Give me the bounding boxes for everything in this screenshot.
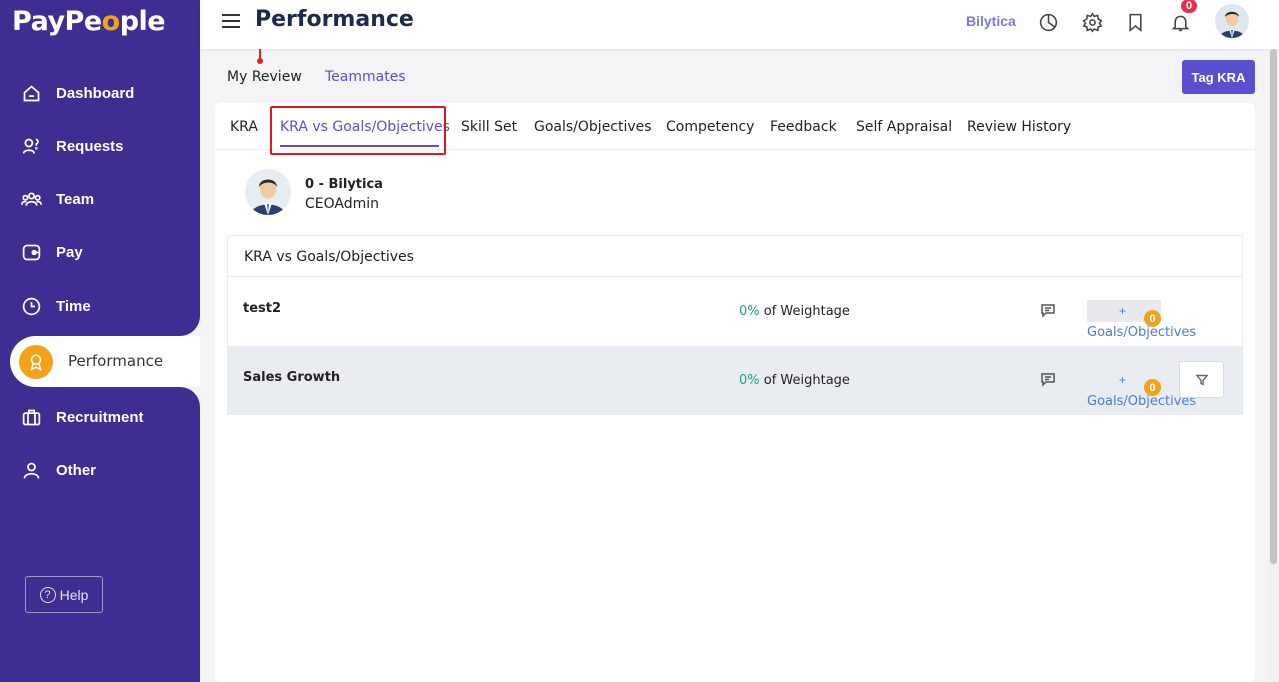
sidebar-item-label: Dashboard bbox=[56, 84, 135, 102]
sidebar-item-label: Pay bbox=[56, 243, 83, 261]
notification-badge: 0 bbox=[1179, 0, 1199, 15]
filter-icon bbox=[1195, 374, 1208, 386]
table-row: Sales Growth 0% of Weightage + 0 Goals/O… bbox=[228, 346, 1242, 415]
sidebar-item-other[interactable]: Other bbox=[20, 458, 96, 482]
bookmark-icon[interactable] bbox=[1123, 10, 1147, 34]
active-item-curve bbox=[160, 296, 200, 336]
sidebar-item-label: Time bbox=[56, 297, 91, 315]
sidebar-item-dashboard[interactable]: Dashboard bbox=[20, 81, 134, 105]
pie-chart-icon[interactable] bbox=[1036, 10, 1060, 34]
sidebar-item-label: Recruitment bbox=[56, 408, 144, 426]
page-title: Performance bbox=[255, 7, 414, 32]
page-scrollbar[interactable] bbox=[1268, 49, 1279, 682]
help-button[interactable]: ? Help bbox=[25, 576, 103, 613]
top-header: Performance Bilytica 0 bbox=[200, 0, 1279, 49]
user-icon bbox=[20, 459, 42, 481]
table-row: test2 0% of Weightage + 0 Goals/Objectiv… bbox=[228, 277, 1242, 346]
tab-review-history[interactable]: Review History bbox=[967, 119, 1071, 135]
employee-name: 0 - Bilytica bbox=[305, 177, 383, 192]
active-review-indicator bbox=[257, 49, 263, 64]
tab-feedback[interactable]: Feedback bbox=[770, 119, 837, 135]
avatar bbox=[245, 169, 291, 215]
question-icon: ? bbox=[39, 586, 56, 603]
tag-kra-button[interactable]: Tag KRA bbox=[1182, 60, 1255, 94]
active-item-curve bbox=[160, 387, 200, 427]
paypeople-logo[interactable]: PayPeople bbox=[12, 6, 166, 37]
add-goal-plus[interactable]: + bbox=[1119, 304, 1126, 318]
avatar[interactable] bbox=[1215, 4, 1249, 38]
sidebar-item-label: Performance bbox=[68, 352, 164, 370]
briefcase-icon bbox=[20, 406, 42, 428]
menu-icon[interactable] bbox=[222, 14, 240, 28]
kra-name: test2 bbox=[243, 301, 282, 316]
team-icon bbox=[20, 188, 42, 210]
scrollbar-thumb[interactable] bbox=[1270, 49, 1277, 564]
gear-icon[interactable] bbox=[1080, 10, 1104, 34]
tab-self-appraisal[interactable]: Self Appraisal bbox=[856, 119, 952, 135]
table-header: KRA vs Goals/Objectives bbox=[228, 236, 1242, 277]
kra-name: Sales Growth bbox=[243, 370, 341, 385]
sidebar-item-label: Other bbox=[56, 461, 97, 479]
performance-tabs: KRA KRA vs Goals/Objectives Skill Set Go… bbox=[215, 103, 1255, 155]
sidebar-item-label: Requests bbox=[56, 137, 124, 155]
sidebar-item-recruitment[interactable]: Recruitment bbox=[20, 405, 144, 429]
employee-role: CEOAdmin bbox=[305, 196, 380, 212]
kra-goals-table: KRA vs Goals/Objectives test2 0% of Weig… bbox=[227, 235, 1243, 415]
weightage: 0% of Weightage bbox=[739, 373, 850, 388]
company-name[interactable]: Bilytica bbox=[966, 13, 1016, 29]
sidebar-item-pay[interactable]: Pay bbox=[20, 240, 83, 264]
home-icon bbox=[20, 82, 42, 104]
comment-icon[interactable] bbox=[1040, 302, 1058, 318]
tab-competency[interactable]: Competency bbox=[666, 119, 754, 135]
comment-icon[interactable] bbox=[1040, 371, 1058, 387]
sidebar-item-time[interactable]: Time bbox=[20, 294, 91, 318]
tab-skill-set[interactable]: Skill Set bbox=[461, 119, 517, 135]
filter-button[interactable] bbox=[1179, 361, 1224, 398]
sidebar: PayPeople Dashboard Requests Team Pay Ti… bbox=[0, 0, 200, 682]
sidebar-item-requests[interactable]: Requests bbox=[20, 134, 124, 158]
highlight-box bbox=[270, 106, 446, 155]
sidebar-item-team[interactable]: Team bbox=[20, 187, 94, 211]
add-goal-plus[interactable]: + bbox=[1119, 373, 1126, 387]
pay-icon bbox=[20, 241, 42, 263]
sidebar-item-performance[interactable]: Performance bbox=[10, 336, 200, 387]
performance-card: KRA KRA vs Goals/Objectives Skill Set Go… bbox=[215, 103, 1255, 682]
weightage: 0% of Weightage bbox=[739, 304, 850, 319]
table-header-label: KRA vs Goals/Objectives bbox=[244, 249, 414, 265]
tab-my-review[interactable]: My Review bbox=[227, 69, 302, 85]
award-icon bbox=[19, 345, 53, 379]
tab-teammates[interactable]: Teammates bbox=[325, 69, 406, 85]
sidebar-item-label: Team bbox=[56, 190, 95, 208]
clock-icon bbox=[20, 295, 42, 317]
goals-link[interactable]: Goals/Objectives bbox=[1087, 325, 1196, 340]
tab-goals-objectives[interactable]: Goals/Objectives bbox=[534, 119, 652, 135]
help-label: Help bbox=[59, 586, 89, 603]
requests-icon bbox=[20, 135, 42, 157]
tab-kra[interactable]: KRA bbox=[230, 119, 258, 135]
